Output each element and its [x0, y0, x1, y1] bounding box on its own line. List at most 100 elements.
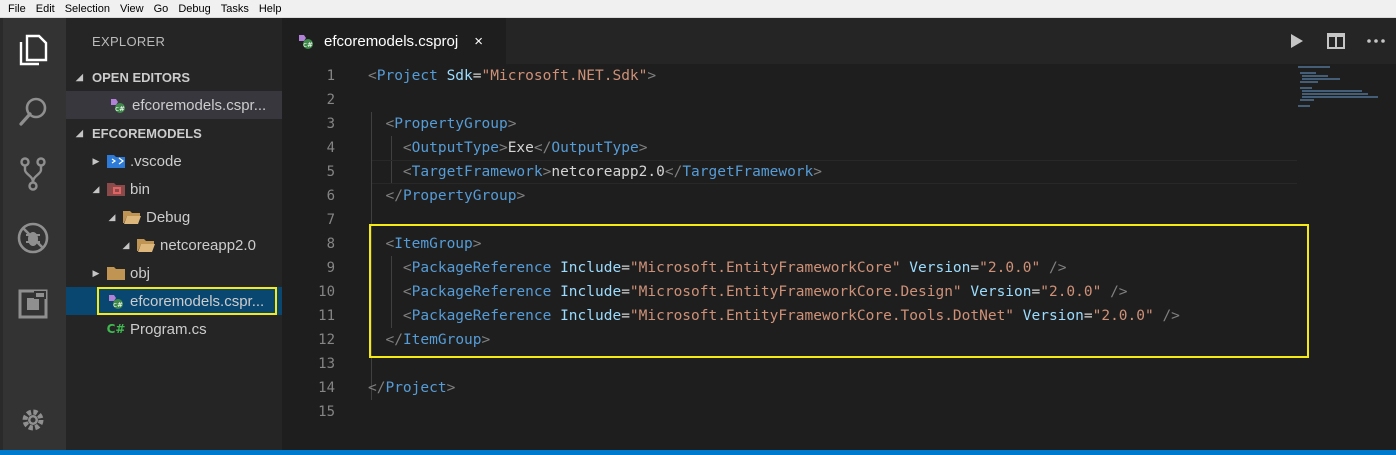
open-editor-item[interactable]: c# efcoremodels.cspr... [66, 91, 282, 119]
tab-label: efcoremodels.csproj [324, 32, 459, 50]
code-line-8: 8 <ItemGroup> [282, 232, 1296, 256]
source-control-icon[interactable] [13, 154, 53, 194]
line-number: 15 [318, 404, 335, 420]
folder-open-icon [122, 208, 142, 226]
minimap-line [1302, 90, 1362, 92]
more-actions-icon[interactable] [1356, 18, 1396, 64]
code-line-4: 4 <OutputType>Exe</OutputType> [282, 136, 1296, 160]
tree-item-obj[interactable]: ▶ obj [66, 259, 282, 287]
menu-edit[interactable]: Edit [31, 0, 60, 18]
sidebar-title: EXPLORER [92, 34, 166, 49]
code-text: <PropertyGroup> [385, 116, 517, 132]
line-number: 1 [326, 68, 335, 84]
tree-item-bin[interactable]: ◢ bin [66, 175, 282, 203]
csharp-icon: C# [106, 322, 126, 336]
search-icon[interactable] [13, 92, 53, 132]
line-number: 5 [326, 164, 335, 180]
code-line-1: 1 <Project Sdk="Microsoft.NET.Sdk"> [282, 64, 1296, 88]
tree-item-netcoreapp[interactable]: ◢ netcoreapp2.0 [66, 231, 282, 259]
tree-item-label: efcoremodels.cspr... [130, 292, 265, 310]
svg-text:c#: c# [303, 41, 313, 49]
debug-icon[interactable] [13, 218, 53, 258]
code-text: <PackageReference Include="Microsoft.Ent… [402, 308, 1180, 324]
code-line-5: 5 <TargetFramework>netcoreapp2.0</Target… [282, 160, 1296, 184]
tree-item-label: netcoreapp2.0 [160, 236, 256, 254]
code-line-14: 14 </Project> [282, 376, 1296, 400]
folder-open-icon [136, 236, 156, 254]
status-bar [0, 450, 1396, 455]
open-editors-label: OPEN EDITORS [92, 69, 191, 85]
code-line-11: 11 <PackageReference Include="Microsoft.… [282, 304, 1296, 328]
line-number: 13 [318, 356, 335, 372]
menu-bar: File Edit Selection View Go Debug Tasks … [0, 0, 1396, 18]
code-text: <TargetFramework>netcoreapp2.0</TargetFr… [402, 164, 822, 180]
tab-efcoremodels-csproj[interactable]: c# efcoremodels.csproj × [282, 18, 506, 64]
chevron-down-icon: ◢ [92, 183, 100, 194]
minimap-line [1300, 81, 1318, 83]
tree-item-program[interactable]: C# Program.cs [66, 315, 282, 343]
code-line-13: 13 [282, 352, 1296, 376]
menu-file[interactable]: File [3, 0, 31, 18]
minimap-line [1300, 72, 1316, 74]
minimap-line [1300, 87, 1312, 89]
chevron-right-icon: ▶ [92, 155, 100, 166]
gear-icon[interactable] [13, 400, 53, 440]
editor-actions [1276, 18, 1396, 64]
csproj-icon: c# [108, 96, 128, 114]
vertical-scrollbar[interactable] [1382, 64, 1396, 450]
code-text: <Project Sdk="Microsoft.NET.Sdk"> [368, 68, 657, 84]
code-text: </Project> [368, 380, 456, 396]
open-editor-label: efcoremodels.cspr... [132, 96, 267, 114]
code-editor[interactable]: 1 <Project Sdk="Microsoft.NET.Sdk"> 2 3 … [282, 64, 1396, 450]
svg-text:c#: c# [115, 105, 125, 113]
activity-bar [0, 18, 66, 450]
minimap-line [1302, 78, 1340, 80]
line-number: 7 [326, 212, 335, 228]
tree-item-label: obj [130, 264, 151, 282]
menu-go[interactable]: Go [149, 0, 174, 18]
tree-item-csproj[interactable]: c# efcoremodels.cspr... [66, 287, 282, 315]
code-line-6: 6 </PropertyGroup> [282, 184, 1296, 208]
minimap-line [1302, 96, 1378, 98]
code-text: </PropertyGroup> [385, 188, 526, 204]
csproj-icon: c# [296, 32, 316, 50]
chevron-down-icon: ◢ [108, 211, 116, 222]
line-number: 11 [318, 308, 335, 324]
tree-item-vscode[interactable]: ▶ .vscode [66, 147, 282, 175]
menu-debug[interactable]: Debug [173, 0, 215, 18]
bin-folder-icon [106, 180, 126, 198]
run-icon[interactable] [1276, 18, 1316, 64]
line-number: 12 [318, 332, 335, 348]
code-text: <PackageReference Include="Microsoft.Ent… [402, 260, 1067, 276]
minimap[interactable] [1296, 64, 1382, 450]
project-label: EFCOREMODELS [92, 125, 202, 141]
open-editors-header[interactable]: ◢ OPEN EDITORS [66, 63, 282, 91]
split-editor-icon[interactable] [1316, 18, 1356, 64]
menu-selection[interactable]: Selection [60, 0, 115, 18]
files-icon[interactable] [13, 30, 53, 70]
window-edge [0, 18, 3, 450]
vscode-folder-icon [106, 152, 126, 170]
project-header[interactable]: ◢ EFCOREMODELS [66, 119, 282, 147]
code-text: <ItemGroup> [385, 236, 482, 252]
menu-view[interactable]: View [115, 0, 149, 18]
close-icon[interactable]: × [474, 33, 483, 50]
code-line-9: 9 <PackageReference Include="Microsoft.E… [282, 256, 1296, 280]
code-line-12: 12 </ItemGroup> [282, 328, 1296, 352]
chevron-right-icon: ▶ [92, 267, 100, 278]
extensions-icon[interactable] [13, 284, 53, 324]
line-number: 8 [326, 236, 335, 252]
tree-item-debug[interactable]: ◢ Debug [66, 203, 282, 231]
code-line-10: 10 <PackageReference Include="Microsoft.… [282, 280, 1296, 304]
code-text: <PackageReference Include="Microsoft.Ent… [402, 284, 1128, 300]
minimap-line [1298, 105, 1310, 107]
folder-icon [106, 264, 126, 282]
code-line-3: 3 <PropertyGroup> [282, 112, 1296, 136]
code-text: </ItemGroup> [385, 332, 491, 348]
minimap-line [1300, 99, 1314, 101]
code-line-7: 7 [282, 208, 1296, 232]
minimap-line [1302, 75, 1328, 77]
explorer-sidebar: EXPLORER ◢ OPEN EDITORS c# efcoremodels.… [66, 18, 282, 450]
menu-help[interactable]: Help [254, 0, 287, 18]
menu-tasks[interactable]: Tasks [216, 0, 254, 18]
